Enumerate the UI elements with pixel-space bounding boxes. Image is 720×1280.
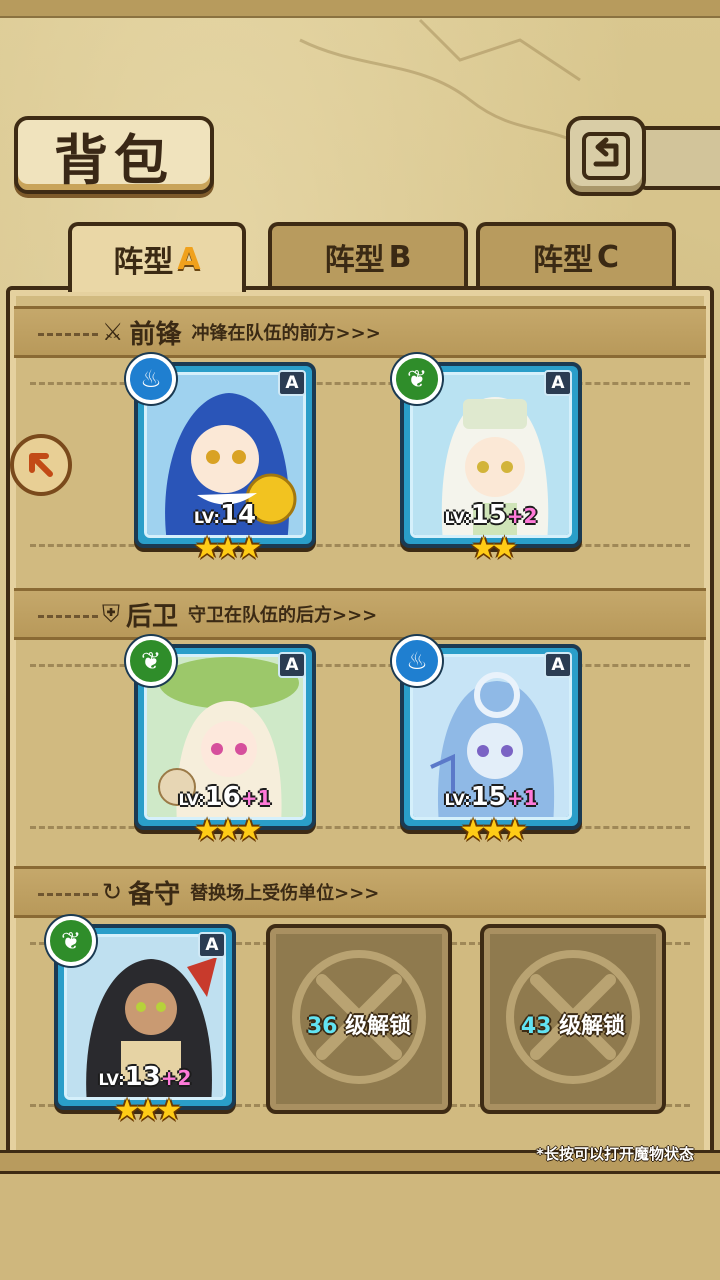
section-front: ⚔ 前锋 冲锋在队伍的前方>>> bbox=[14, 306, 706, 358]
level-prefix: LV: bbox=[444, 790, 471, 809]
rank-badge: A bbox=[544, 652, 572, 678]
level-label: LV:15+1 bbox=[404, 782, 578, 812]
tab-suffix: A bbox=[177, 241, 201, 277]
monster-card[interactable]: ♨ A LV:15+1 ★★★ bbox=[392, 636, 582, 848]
section-desc: 替换场上受伤单位>>> bbox=[190, 883, 380, 904]
star-rating: ★★★ bbox=[459, 813, 529, 848]
tab-label: 阵型 bbox=[532, 243, 593, 278]
leaf-element-icon: ❦ bbox=[46, 916, 96, 966]
tab-suffix: C bbox=[596, 239, 620, 275]
back-button[interactable] bbox=[566, 116, 646, 196]
level-plus: +1 bbox=[506, 786, 538, 810]
page-title: 背包 bbox=[14, 116, 214, 194]
section-back: ⛨ 后卫 守卫在队伍的后方>>> bbox=[14, 588, 706, 640]
monster-card[interactable]: ♨ A LV:14 ★★★ bbox=[126, 354, 316, 566]
star-rating: ★★★ bbox=[113, 1093, 183, 1128]
side-collapse-button[interactable] bbox=[10, 434, 72, 496]
tab-label: 阵型 bbox=[324, 243, 385, 278]
rank-badge: A bbox=[198, 932, 226, 958]
level-label: LV:15+2 bbox=[404, 500, 578, 530]
locked-slot[interactable]: 43 级解锁 bbox=[480, 924, 666, 1114]
swap-icon: ↻ bbox=[102, 878, 123, 906]
level-value: 15 bbox=[470, 500, 507, 530]
level-prefix: LV: bbox=[193, 508, 220, 527]
tab-formation-c[interactable]: 阵型 C bbox=[476, 222, 676, 288]
tab-formation-b[interactable]: 阵型 B bbox=[268, 222, 468, 288]
level-prefix: LV: bbox=[178, 790, 205, 809]
shield-icon: ⛨ bbox=[102, 600, 120, 628]
row-divider bbox=[30, 826, 690, 829]
section-reserve: ↻ 备守 替换场上受伤单位>>> bbox=[14, 866, 706, 918]
section-desc: 冲锋在队伍的前方>>> bbox=[191, 323, 381, 344]
leaf-element-icon: ❦ bbox=[392, 354, 442, 404]
level-value: 16 bbox=[204, 782, 241, 812]
section-desc: 守卫在队伍的后方>>> bbox=[188, 605, 378, 626]
formation-tabs: 阵型 A 阵型 B 阵型 C bbox=[14, 222, 706, 292]
leaf-element-icon: ❦ bbox=[126, 636, 176, 686]
star-rating: ★★ bbox=[470, 531, 518, 566]
unlock-label: 43 级解锁 bbox=[484, 1008, 662, 1040]
return-arrow-icon bbox=[582, 132, 630, 180]
locked-slot[interactable]: 36 级解锁 bbox=[266, 924, 452, 1114]
section-divider bbox=[38, 893, 98, 896]
star-rating: ★★★ bbox=[193, 531, 263, 566]
row-divider bbox=[30, 544, 690, 547]
section-name: 备守 bbox=[128, 879, 181, 910]
level-prefix: LV: bbox=[98, 1070, 125, 1089]
unlock-label: 36 级解锁 bbox=[270, 1008, 448, 1040]
section-divider bbox=[38, 615, 98, 618]
monster-card[interactable]: ❦ A LV:13+2 ★★★ bbox=[46, 916, 236, 1128]
level-prefix: LV: bbox=[444, 508, 471, 527]
water-element-icon: ♨ bbox=[126, 354, 176, 404]
tab-label: 阵型 bbox=[113, 245, 174, 280]
level-label: LV:14 bbox=[138, 500, 312, 530]
level-plus: +2 bbox=[506, 504, 538, 528]
rank-badge: A bbox=[278, 652, 306, 678]
unlock-level: 36 bbox=[306, 1014, 338, 1039]
top-frame bbox=[0, 0, 720, 18]
unlock-level: 43 bbox=[520, 1014, 552, 1039]
level-value: 13 bbox=[124, 1062, 161, 1092]
tab-suffix: B bbox=[388, 239, 412, 275]
long-press-hint: *长按可以打开魔物状态 bbox=[536, 1145, 694, 1163]
monster-card[interactable]: ❦ A LV:16+1 ★★★ bbox=[126, 636, 316, 848]
arrow-icon bbox=[29, 453, 53, 477]
section-name: 后卫 bbox=[126, 601, 179, 632]
level-plus: +2 bbox=[160, 1066, 192, 1090]
tab-formation-a[interactable]: 阵型 A bbox=[68, 222, 246, 292]
water-element-icon: ♨ bbox=[392, 636, 442, 686]
rank-badge: A bbox=[544, 370, 572, 396]
unlock-text: 级解锁 bbox=[345, 1014, 412, 1039]
star-rating: ★★★ bbox=[193, 813, 263, 848]
level-value: 15 bbox=[470, 782, 507, 812]
rank-badge: A bbox=[278, 370, 306, 396]
level-plus: +1 bbox=[240, 786, 272, 810]
level-value: 14 bbox=[219, 500, 257, 530]
level-label: LV:16+1 bbox=[138, 782, 312, 812]
level-label: LV:13+2 bbox=[58, 1062, 232, 1092]
sword-icon: ⚔ bbox=[102, 318, 124, 346]
page-title-text: 背包 bbox=[54, 127, 174, 192]
monster-card[interactable]: ❦ A LV:15+2 ★★ bbox=[392, 354, 582, 566]
section-divider bbox=[38, 333, 98, 336]
section-name: 前锋 bbox=[129, 319, 182, 350]
back-rail bbox=[640, 126, 720, 190]
unlock-text: 级解锁 bbox=[559, 1014, 626, 1039]
bottom-map-area bbox=[0, 1174, 720, 1280]
